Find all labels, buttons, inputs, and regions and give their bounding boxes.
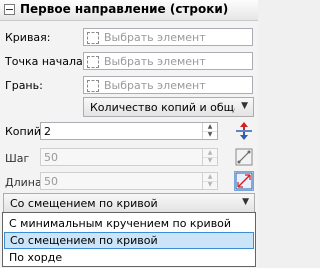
copies-stepper[interactable]: 2 ▲ ▼ — [40, 122, 218, 140]
start-point-placeholder: Выбрать элемент — [104, 55, 206, 68]
section-header[interactable]: Первое направление (строки) — [0, 0, 258, 21]
spin-down-icon[interactable]: ▼ — [203, 157, 217, 165]
length-value: 50 — [44, 175, 58, 188]
dropdown-option-selected[interactable]: Со смещением по кривой — [4, 232, 254, 249]
select-element-icon — [87, 32, 99, 44]
chevron-down-icon: ▼ — [242, 197, 249, 207]
reverse-direction-icon[interactable] — [234, 121, 254, 141]
orientation-combo-value: Со смещением по кривой — [10, 197, 158, 210]
dropdown-option[interactable]: С минимальным кручением по кривой — [4, 215, 254, 232]
section-title: Первое направление (строки) — [20, 2, 229, 16]
step-stepper[interactable]: 50 ▲ ▼ — [40, 148, 218, 166]
length-label: Длина — [5, 176, 42, 189]
start-point-label: Точка начала: — [5, 55, 87, 68]
orientation-combo[interactable]: Со смещением по кривой ▼ — [3, 193, 255, 213]
select-element-icon — [87, 80, 99, 92]
mode-combo[interactable]: Количество копий и общая д ▼ — [83, 97, 254, 117]
step-spin[interactable]: ▲ ▼ — [202, 149, 217, 165]
length-stepper[interactable]: 50 ▲ ▼ — [40, 172, 218, 190]
mode-combo-value: Количество копий и общая д — [90, 101, 235, 114]
start-point-selector[interactable]: Выбрать элемент — [83, 52, 253, 70]
edge-label: Грань: — [5, 79, 43, 92]
copies-label: Копий — [5, 125, 42, 138]
length-spin[interactable]: ▲ ▼ — [202, 173, 217, 189]
step-value: 50 — [44, 151, 58, 164]
curve-selector[interactable]: Выбрать элемент — [83, 28, 253, 46]
orientation-dropdown-list: С минимальным кручением по кривой Со сме… — [2, 212, 256, 267]
edge-placeholder: Выбрать элемент — [104, 79, 206, 92]
spin-down-icon[interactable]: ▼ — [203, 181, 217, 189]
length-measure-icon[interactable] — [234, 171, 254, 191]
spin-down-icon[interactable]: ▼ — [203, 131, 217, 139]
chevron-down-icon: ▼ — [241, 101, 248, 111]
copies-spin[interactable]: ▲ ▼ — [202, 123, 217, 139]
copies-value: 2 — [44, 125, 51, 138]
curve-placeholder: Выбрать элемент — [104, 31, 206, 44]
array-direction-panel: Первое направление (строки) Кривая: Выбр… — [0, 0, 258, 268]
edge-selector[interactable]: Выбрать элемент — [83, 76, 253, 94]
dropdown-option[interactable]: По хорде — [4, 249, 254, 266]
step-measure-icon[interactable] — [234, 147, 254, 167]
collapse-minus-icon[interactable] — [4, 4, 15, 15]
curve-label: Кривая: — [5, 31, 51, 44]
select-element-icon — [87, 56, 99, 68]
step-label: Шаг — [5, 152, 30, 165]
